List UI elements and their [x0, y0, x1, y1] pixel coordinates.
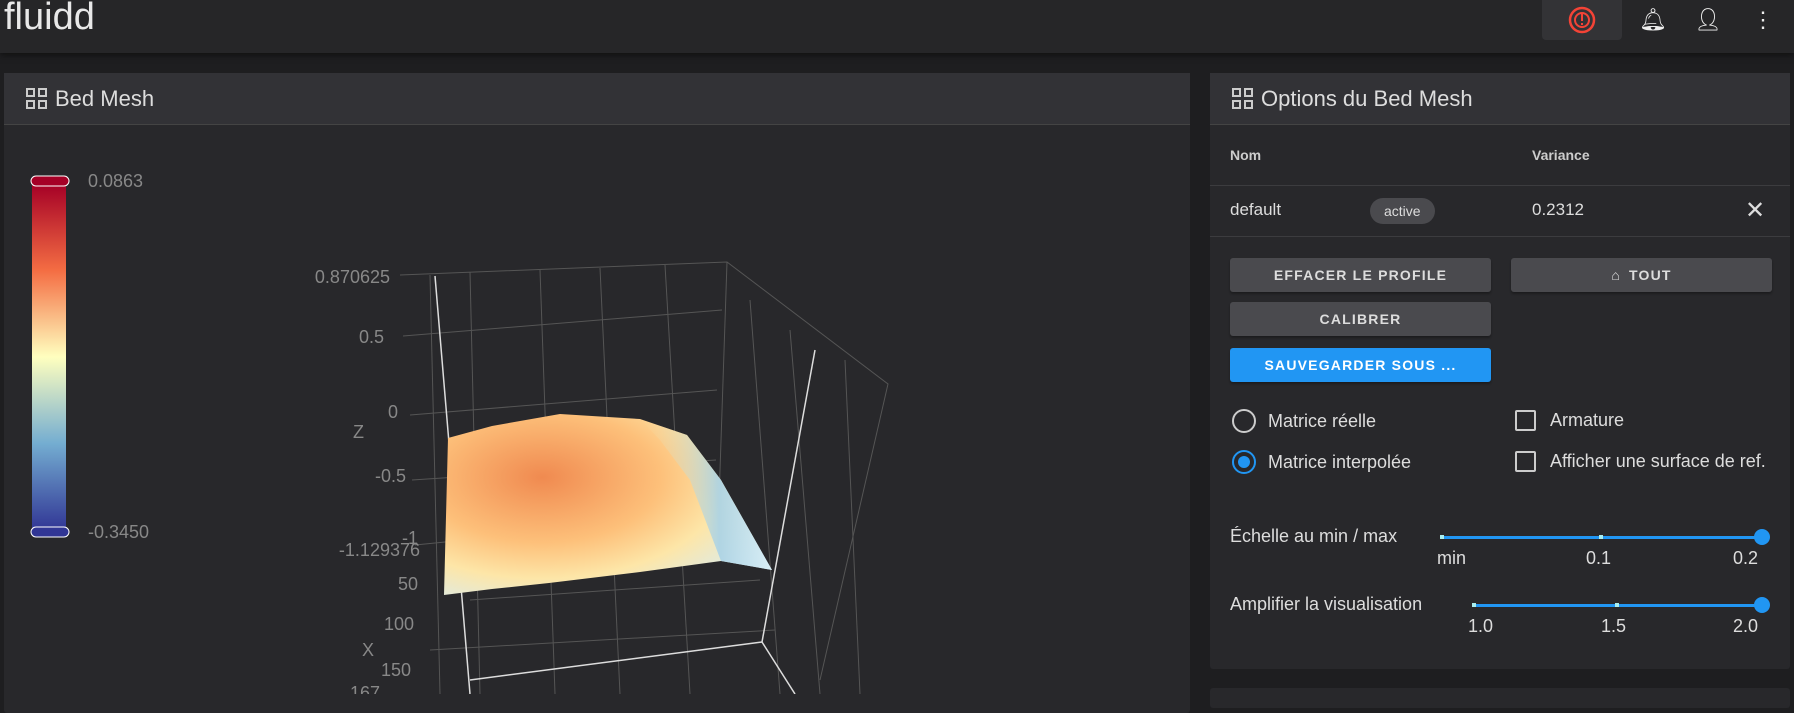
- x-tick: 50: [398, 574, 418, 594]
- z-tick: 0: [388, 402, 398, 422]
- profile-variance: 0.2312: [1532, 200, 1584, 219]
- remove-profile-button[interactable]: ✕: [1745, 196, 1765, 225]
- z-axis-label: Z: [353, 422, 364, 442]
- close-icon: ✕: [1745, 197, 1766, 224]
- amplify-slider-label: Amplifier la visualisation: [1230, 594, 1423, 614]
- profiles-table: Nom Variance default active 0.2312 ✕: [1210, 126, 1790, 237]
- calibrate-button[interactable]: CALIBRER: [1230, 302, 1491, 336]
- next-panel: [1210, 688, 1790, 708]
- z-tick: -1.129376: [339, 540, 420, 560]
- colorbar-max-label: 0.0863: [88, 171, 143, 191]
- z-tick: 0.5: [359, 327, 384, 347]
- radio-button[interactable]: [1232, 409, 1256, 433]
- slider-tick-label: 1.5: [1601, 616, 1627, 636]
- slider-tick-label: 1.0: [1468, 616, 1494, 636]
- z-tick: -0.5: [375, 466, 406, 486]
- slider-tick-label: 0.1: [1586, 548, 1612, 568]
- slider-thumb[interactable]: [1754, 529, 1770, 545]
- checkbox-label: Armature: [1550, 410, 1625, 430]
- checkbox[interactable]: [1515, 450, 1536, 472]
- clear-profile-button[interactable]: EFFACER LE PROFILE: [1230, 258, 1491, 292]
- z-axis-ticks: 0.870625 0.5 0 -0.5 -1 -1.129376 Z: [315, 267, 420, 560]
- colorbar-max-handle[interactable]: [30, 175, 70, 187]
- column-header-name: Nom: [1230, 147, 1262, 163]
- home-all-button[interactable]: ⌂ TOUT: [1511, 258, 1772, 292]
- panel-title: Options du Bed Mesh: [1261, 85, 1473, 111]
- column-header-variance: Variance: [1532, 147, 1590, 163]
- radio-label: Matrice réelle: [1268, 410, 1377, 431]
- slider-tick-label: 2.0: [1733, 616, 1759, 636]
- scale-slider[interactable]: [1440, 529, 1770, 545]
- profile-name: default: [1230, 200, 1282, 219]
- x-axis-ticks: 50 100 150 167 X: [350, 574, 418, 694]
- x-tick: 167: [350, 683, 380, 694]
- x-tick: 150: [381, 660, 411, 680]
- save-as-button[interactable]: SAUVEGARDER SOUS ...: [1230, 348, 1491, 382]
- scale-slider-label: Échelle au min / max: [1230, 526, 1398, 546]
- x-axis-label: X: [362, 640, 374, 660]
- radio-interpolated-mesh[interactable]: Matrice interpolée: [1232, 450, 1411, 474]
- home-icon: ⌂: [1611, 267, 1621, 283]
- home-all-label: TOUT: [1629, 267, 1672, 283]
- slider-tick-label: min: [1437, 548, 1467, 568]
- radio-actual-mesh[interactable]: Matrice réelle: [1232, 409, 1376, 433]
- slider-tick-label: 0.2: [1733, 548, 1759, 568]
- x-tick: 100: [384, 614, 414, 634]
- grid-icon: [1232, 88, 1253, 109]
- colorbar: [32, 184, 66, 530]
- active-badge: active: [1370, 198, 1435, 224]
- radio-button[interactable]: [1232, 450, 1256, 474]
- radio-label: Matrice interpolée: [1268, 451, 1412, 472]
- checkbox-label: Afficher une surface de ref.: [1550, 451, 1766, 471]
- checkbox-wireframe[interactable]: Armature: [1515, 410, 1624, 431]
- colorbar-min-handle[interactable]: [30, 526, 70, 538]
- table-row[interactable]: default active 0.2312 ✕: [1210, 186, 1790, 237]
- slider-thumb[interactable]: [1754, 597, 1770, 613]
- colorbar-min-label: -0.3450: [88, 522, 149, 542]
- amplify-slider[interactable]: [1472, 597, 1770, 613]
- checkbox-reference-surface[interactable]: Afficher une surface de ref.: [1515, 448, 1785, 474]
- z-tick: 0.870625: [315, 267, 390, 287]
- options-header: Options du Bed Mesh: [1210, 73, 1790, 125]
- checkbox[interactable]: [1515, 410, 1536, 431]
